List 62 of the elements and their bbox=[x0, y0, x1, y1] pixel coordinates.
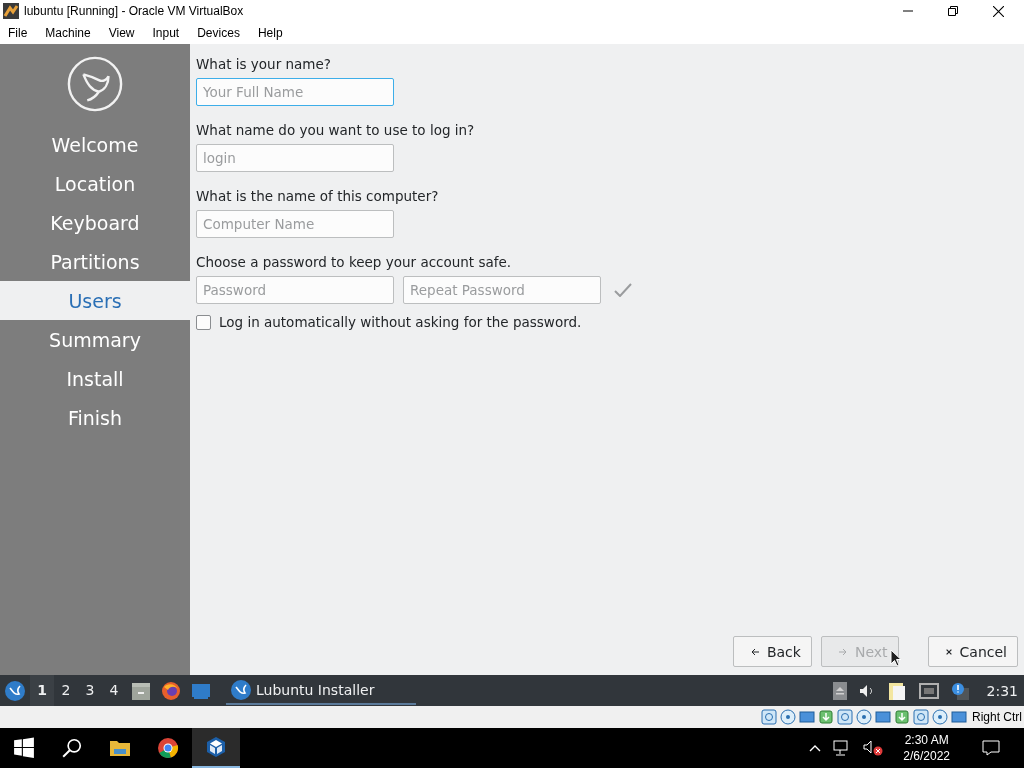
bird-logo-icon bbox=[66, 55, 124, 113]
step-item: Location bbox=[53, 171, 137, 197]
window-title: lubuntu [Running] - Oracle VM VirtualBox bbox=[24, 4, 244, 18]
field-label: Choose a password to keep your account safe. bbox=[196, 254, 513, 272]
checkmark-icon bbox=[614, 283, 632, 297]
next-arrow-icon bbox=[837, 646, 848, 657]
clipboard-icon[interactable] bbox=[886, 680, 907, 701]
step-item: Keyboard bbox=[49, 210, 141, 236]
firefox-icon[interactable] bbox=[161, 680, 181, 701]
menu-item[interactable]: View bbox=[108, 26, 135, 40]
step-item: Finish bbox=[66, 405, 124, 431]
menu-item[interactable]: Devices bbox=[197, 26, 240, 40]
text-field[interactable]: login bbox=[196, 144, 394, 172]
taskbar-button[interactable] bbox=[192, 728, 240, 768]
clock-date[interactable]: 2/6/2022 bbox=[903, 749, 950, 763]
close-icon[interactable] bbox=[993, 5, 1004, 17]
menu-item[interactable]: File bbox=[8, 26, 28, 40]
cube-icon bbox=[205, 736, 227, 758]
host-key-label: Right Ctrl bbox=[972, 710, 1022, 724]
field-label: What name do you want to use to log in? bbox=[196, 122, 476, 140]
app-icon bbox=[3, 3, 19, 19]
menu-item[interactable]: Machine bbox=[45, 26, 91, 40]
step-item: Install bbox=[65, 366, 125, 392]
checkbox-label: Log in automatically without asking for the password. bbox=[219, 314, 582, 330]
back-button[interactable]: Back bbox=[732, 636, 812, 667]
text-field[interactable]: Password bbox=[196, 276, 394, 304]
desktop-switch[interactable]: 1 bbox=[30, 675, 54, 706]
desktop-switch[interactable]: 3 bbox=[78, 675, 102, 706]
bird-logo-icon bbox=[231, 679, 251, 700]
cancel-x-icon bbox=[944, 647, 953, 656]
menu-item[interactable]: Input bbox=[152, 26, 180, 40]
search-icon[interactable] bbox=[61, 737, 83, 759]
checkbox[interactable] bbox=[196, 314, 211, 330]
start-menu-icon[interactable] bbox=[5, 680, 25, 701]
chrome-icon[interactable] bbox=[157, 737, 179, 759]
volume-icon[interactable] bbox=[858, 683, 875, 698]
chevron-up-icon[interactable] bbox=[809, 744, 822, 752]
text-field[interactable]: Your Full Name bbox=[196, 78, 394, 106]
step-item: Summary bbox=[48, 327, 142, 353]
optical-disc-icon[interactable] bbox=[780, 709, 796, 725]
notification-icon[interactable] bbox=[950, 681, 969, 700]
menu-item[interactable]: Help bbox=[257, 26, 283, 40]
desktop-switch[interactable]: 4 bbox=[102, 675, 126, 706]
step-item: Users bbox=[0, 281, 190, 320]
text-field[interactable]: Computer Name bbox=[196, 210, 394, 238]
clock-time[interactable]: 2:30 AM bbox=[904, 733, 949, 747]
file-cabinet-icon[interactable] bbox=[131, 680, 151, 701]
mouse-cursor-icon bbox=[889, 649, 902, 667]
back-arrow-icon bbox=[749, 646, 760, 657]
restore-icon[interactable] bbox=[948, 6, 958, 16]
field-label: What is the name of this computer? bbox=[196, 188, 440, 206]
eject-icon[interactable] bbox=[832, 681, 847, 700]
windows-start-icon[interactable] bbox=[13, 737, 35, 759]
panel-clock: 2:31 bbox=[986, 682, 1018, 699]
notifications-icon[interactable] bbox=[982, 740, 1000, 756]
field-label: What is your name? bbox=[196, 56, 332, 74]
step-item: Partitions bbox=[49, 249, 141, 275]
cancel-button[interactable]: Cancel bbox=[927, 636, 1018, 667]
desktop-switch[interactable]: 2 bbox=[54, 675, 78, 706]
text-field[interactable]: Repeat Password bbox=[403, 276, 601, 304]
muted-speaker-icon[interactable] bbox=[863, 740, 884, 756]
step-item: Welcome bbox=[50, 132, 140, 158]
